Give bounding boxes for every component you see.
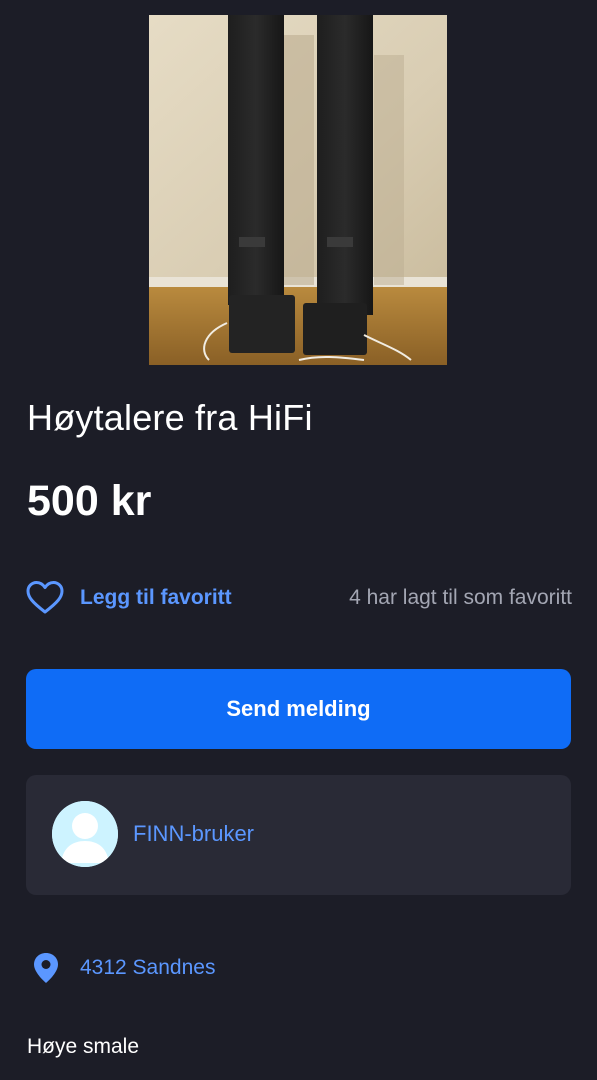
favorite-count-text: 4 har lagt til som favoritt <box>349 586 572 609</box>
add-to-favorites-label: Legg til favoritt <box>80 586 232 609</box>
add-to-favorites-button[interactable]: Legg til favoritt <box>26 578 232 618</box>
heart-outline-icon <box>26 581 64 614</box>
favorite-row: Legg til favoritt 4 har lagt til som fav… <box>26 578 572 618</box>
seller-card[interactable]: FINN-bruker <box>26 775 571 895</box>
location-label: 4312 Sandnes <box>80 956 216 979</box>
seller-name-link[interactable]: FINN-bruker <box>133 821 254 847</box>
location-row[interactable]: 4312 Sandnes <box>33 950 215 986</box>
user-avatar-icon <box>52 801 118 867</box>
send-message-button[interactable]: Send melding <box>26 669 571 749</box>
listing-price: 500 kr <box>27 477 152 525</box>
ad-page: Høytalere fra HiFi 500 kr Legg til favor… <box>0 0 597 1080</box>
listing-title: Høytalere fra HiFi <box>27 397 313 438</box>
speakers-photo <box>149 15 447 365</box>
map-pin-icon <box>34 953 58 983</box>
product-image[interactable] <box>149 15 447 365</box>
listing-description: Høye smale <box>27 1035 140 1058</box>
